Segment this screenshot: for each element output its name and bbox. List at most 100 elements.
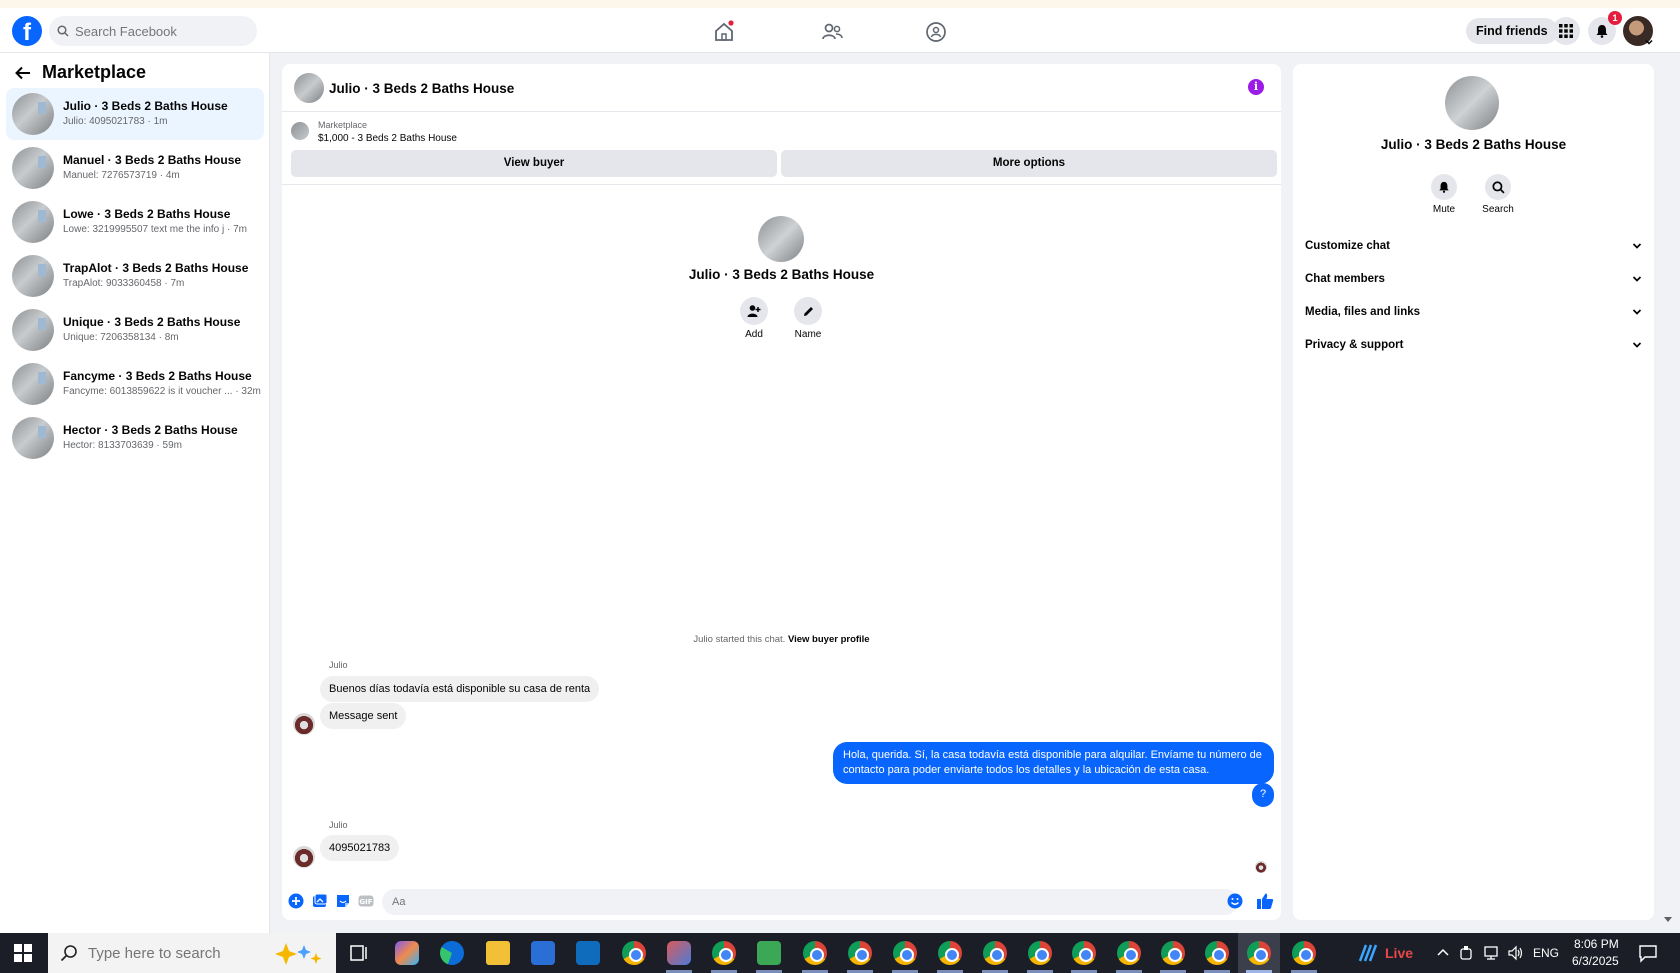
meet-now-icon[interactable]	[1459, 945, 1473, 961]
file-explorer-icon[interactable]	[486, 941, 510, 965]
privacy-support-section[interactable]: Privacy & support	[1305, 333, 1642, 357]
conversation-preview: TrapAlot: 9033360458 · 7m	[63, 278, 185, 289]
conversation-item[interactable]: TrapAlot · 3 Beds 2 Baths House TrapAlot…	[6, 250, 264, 302]
marketplace-listing-bar: Marketplace $1,000 - 3 Beds 2 Baths Hous…	[282, 113, 1281, 185]
sender-avatar[interactable]	[293, 846, 315, 868]
name-chat-action[interactable]: Name	[778, 297, 838, 340]
conversation-item[interactable]: Julio · 3 Beds 2 Baths House Julio: 4095…	[6, 88, 264, 140]
groups-icon[interactable]	[924, 20, 948, 44]
incoming-message[interactable]: 4095021783	[320, 835, 400, 861]
clock-time[interactable]: 8:06 PM	[1574, 937, 1619, 951]
conversation-name: TrapAlot · 3 Beds 2 Baths House	[63, 261, 249, 275]
mute-action[interactable]: Mute	[1419, 174, 1469, 215]
notification-center-icon[interactable]	[1638, 943, 1658, 963]
conversation-preview: Lowe: 3219995507 text me the info j · 7m	[63, 224, 248, 235]
task-view-icon[interactable]	[350, 944, 368, 962]
chrome-icon-active[interactable]	[1247, 941, 1271, 965]
search-in-chat-action[interactable]: Search	[1473, 174, 1523, 215]
chrome-icon[interactable]	[1117, 941, 1141, 965]
live-label[interactable]: Live	[1385, 945, 1413, 961]
listing-price-title[interactable]: $1,000 - 3 Beds 2 Baths House	[318, 133, 457, 144]
chrome-icon[interactable]	[893, 941, 917, 965]
media-files-links-section[interactable]: Media, files and links	[1305, 300, 1642, 324]
add-people-action[interactable]: Add	[724, 297, 784, 340]
conversation-item[interactable]: Hector · 3 Beds 2 Baths House Hector: 81…	[6, 412, 264, 464]
svg-text:GIF: GIF	[359, 898, 372, 906]
friends-icon[interactable]	[820, 20, 844, 44]
conversation-preview: Fancyme: 6013859622 is it voucher ... · …	[63, 386, 261, 397]
conversation-item[interactable]: Fancyme · 3 Beds 2 Baths House Fancyme: …	[6, 358, 264, 410]
incoming-message[interactable]: Message sent	[320, 703, 407, 729]
more-options-button[interactable]: More options	[781, 150, 1277, 177]
sender-avatar[interactable]	[293, 713, 315, 735]
clock-date[interactable]: 6/3/2025	[1572, 954, 1619, 968]
search-input[interactable]	[75, 23, 245, 39]
sticker-icon[interactable]	[335, 893, 351, 909]
taskbar-search[interactable]	[48, 933, 336, 973]
listing-thumbnail	[12, 201, 54, 243]
outlook-icon[interactable]	[576, 941, 600, 965]
chrome-icon[interactable]	[1205, 941, 1229, 965]
chrome-icon[interactable]	[622, 941, 646, 965]
windows-start-icon[interactable]	[14, 944, 32, 962]
chrome-icon[interactable]	[1072, 941, 1096, 965]
search-icon	[57, 25, 69, 37]
gif-icon[interactable]: GIF	[358, 893, 374, 909]
spreadsheet-icon[interactable]	[757, 941, 781, 965]
chat-members-section[interactable]: Chat members	[1305, 267, 1642, 291]
chrome-icon[interactable]	[1028, 941, 1052, 965]
menu-button[interactable]	[1552, 17, 1580, 45]
conversation-item[interactable]: Lowe · 3 Beds 2 Baths House Lowe: 321999…	[6, 196, 264, 248]
chevron-up-icon[interactable]	[1437, 947, 1449, 957]
volume-icon[interactable]	[1507, 945, 1525, 961]
copilot-icon[interactable]	[395, 941, 419, 965]
view-buyer-profile-link[interactable]: View buyer profile	[788, 634, 870, 645]
chevron-down-icon	[1632, 276, 1642, 282]
back-arrow-icon[interactable]	[14, 64, 32, 82]
edge-icon[interactable]	[440, 941, 464, 965]
chat-title[interactable]: Julio · 3 Beds 2 Baths House	[329, 81, 514, 96]
photo-icon[interactable]	[312, 893, 328, 909]
chrome-icon[interactable]	[712, 941, 736, 965]
find-friends-button[interactable]: Find friends	[1466, 18, 1558, 44]
chrome-icon[interactable]	[803, 941, 827, 965]
section-label: Privacy & support	[1305, 339, 1404, 351]
account-chevron-down-icon[interactable]	[1645, 38, 1653, 46]
network-icon[interactable]	[1483, 945, 1501, 961]
paint-icon[interactable]	[667, 941, 691, 965]
message-input[interactable]	[382, 889, 1238, 915]
facebook-search[interactable]	[49, 16, 257, 46]
customize-chat-section[interactable]: Customize chat	[1305, 234, 1642, 258]
marketplace-label: Marketplace	[318, 120, 368, 130]
chrome-icon[interactable]	[938, 941, 962, 965]
chevron-down-icon	[1632, 309, 1642, 315]
outgoing-message[interactable]: Hola, querida. Sí, la casa todavía está …	[833, 742, 1274, 784]
store-icon[interactable]	[531, 941, 555, 965]
conversation-item[interactable]: Unique · 3 Beds 2 Baths House Unique: 72…	[6, 304, 264, 356]
details-avatar[interactable]	[1445, 76, 1499, 130]
thumbs-up-icon[interactable]	[1256, 892, 1274, 910]
plus-circle-icon[interactable]	[288, 893, 304, 909]
chrome-icon[interactable]	[1161, 941, 1185, 965]
sparkle-highlight-icon	[275, 943, 322, 965]
home-icon[interactable]	[712, 20, 736, 44]
scroll-down-arrow-icon[interactable]	[1663, 916, 1673, 924]
chrome-icon[interactable]	[983, 941, 1007, 965]
cricket-live-icon[interactable]	[1357, 943, 1379, 963]
incoming-message[interactable]: Buenos días todavía está disponible su c…	[320, 676, 600, 702]
chat-listing-thumbnail[interactable]	[294, 73, 324, 103]
view-buyer-button[interactable]: View buyer	[291, 150, 777, 177]
facebook-logo[interactable]: f	[12, 16, 42, 46]
emoji-icon[interactable]	[1227, 893, 1243, 909]
chrome-icon[interactable]	[848, 941, 872, 965]
info-icon[interactable]: i	[1248, 79, 1264, 95]
taskbar-search-input[interactable]	[88, 944, 258, 962]
outgoing-message[interactable]: ?	[1252, 783, 1274, 807]
chrome-icon[interactable]	[1292, 941, 1316, 965]
listing-thumbnail	[12, 417, 54, 459]
conversation-item[interactable]: Manuel · 3 Beds 2 Baths House Manuel: 72…	[6, 142, 264, 194]
conversation-preview: Manuel: 7276573719 · 4m	[63, 170, 180, 181]
language-indicator[interactable]: ENG	[1533, 946, 1559, 960]
chat-intro-name: Julio · 3 Beds 2 Baths House	[688, 267, 875, 282]
conversation-name: Julio · 3 Beds 2 Baths House	[63, 99, 228, 113]
